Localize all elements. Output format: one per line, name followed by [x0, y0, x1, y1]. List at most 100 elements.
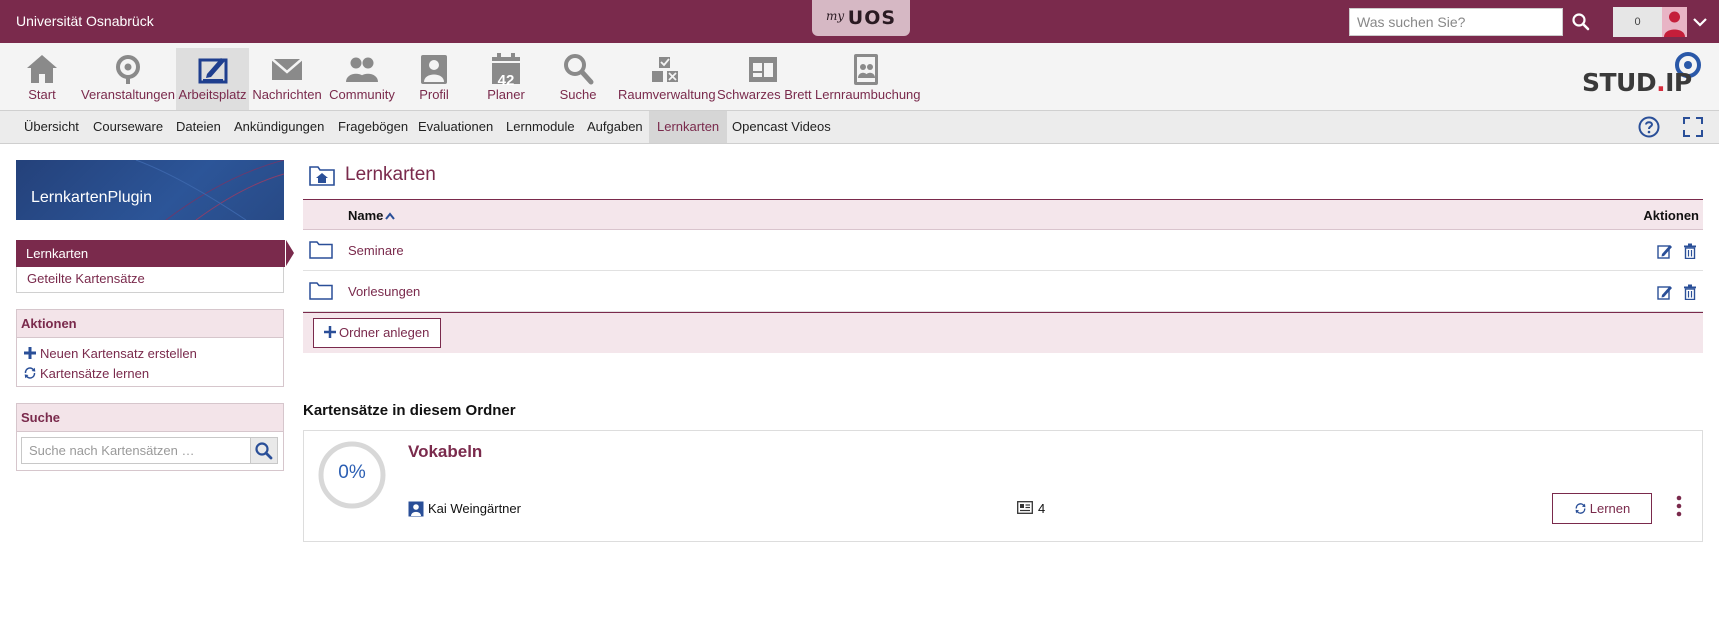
learn-button[interactable]: Lernen: [1552, 493, 1652, 524]
plus-icon: [24, 347, 36, 359]
myuos-logo-my: my: [825, 9, 845, 23]
table-footer: Ordner anlegen: [303, 312, 1703, 353]
learn-cardsets-label: Kartensätze lernen: [40, 366, 150, 381]
table-row[interactable]: Seminare: [303, 230, 1703, 271]
folder-link[interactable]: Seminare: [348, 243, 404, 258]
progress-percentage: 0%: [338, 462, 366, 483]
create-folder-button[interactable]: Ordner anlegen: [313, 318, 442, 348]
cardset-search-input[interactable]: [21, 437, 251, 464]
studip-logo-text: STUD.IP: [1582, 68, 1692, 97]
folder-link[interactable]: Vorlesungen: [348, 284, 420, 299]
calendar-day-number: 42: [497, 72, 515, 89]
home-icon: [27, 55, 57, 83]
nav-item-label: Veranstaltungen: [81, 87, 175, 102]
folder-icon: [309, 282, 333, 300]
nav-item-start[interactable]: Start: [22, 48, 62, 110]
tab-lernkarten[interactable]: Lernkarten: [649, 111, 728, 143]
sidebar-header-title: LernkartenPlugin: [31, 189, 152, 206]
create-cardset-label: Neuen Kartensatz erstellen: [40, 346, 197, 361]
page-title: Lernkarten: [345, 164, 436, 185]
nav-item-label: Lernraumbuchung: [815, 87, 921, 102]
sub-navigation: Übersicht Courseware Dateien Ankündigung…: [0, 111, 1719, 144]
search-widget: Suche: [16, 403, 284, 471]
booking-icon: [854, 54, 878, 85]
nav-item-label: Start: [28, 87, 56, 102]
plus-icon: [324, 326, 336, 338]
nav-item-label: Schwarzes Brett: [717, 87, 812, 102]
chevron-down-icon[interactable]: [1692, 15, 1708, 29]
cardset-search-button[interactable]: [250, 437, 278, 464]
column-header-name[interactable]: Name: [348, 208, 396, 223]
nav-item-community[interactable]: Community: [327, 48, 397, 110]
folder-table: Name Aktionen Seminare Vorlesungen Ordne…: [303, 199, 1703, 353]
actions-widget-title: Aktionen: [17, 310, 283, 338]
sidebar-item-geteilte-kartensaetze[interactable]: Geteilte Kartensätze: [27, 271, 145, 286]
folder-home-icon: [309, 166, 335, 186]
search-icon[interactable]: [1571, 12, 1591, 32]
top-bar: Universität Osnabrück my UOS 0: [0, 0, 1719, 43]
table-header: Name Aktionen: [303, 199, 1703, 230]
nav-item-planer[interactable]: 42 Planer: [484, 48, 528, 110]
nav-item-raumverwaltung[interactable]: Raumverwaltung: [618, 48, 716, 110]
main-navigation: Start Veranstaltungen Arbeitsplatz Nachr…: [0, 43, 1719, 111]
studip-logo[interactable]: STUD.IP: [1580, 51, 1704, 99]
cards-icon: [1017, 501, 1033, 514]
nav-item-label: Nachrichten: [252, 87, 322, 102]
nav-item-label: Arbeitsplatz: [178, 87, 247, 102]
nav-item-profil[interactable]: Profil: [414, 48, 454, 110]
seminar-icon: [116, 55, 140, 84]
edit-icon[interactable]: [1657, 284, 1673, 300]
more-options-icon[interactable]: [1674, 494, 1684, 518]
refresh-icon: [1575, 503, 1586, 514]
nav-item-lernraumbuchung[interactable]: Lernraumbuchung: [815, 48, 921, 110]
trash-icon[interactable]: [1683, 284, 1697, 300]
nav-item-schwarzes-brett[interactable]: Schwarzes Brett: [717, 48, 812, 110]
search-icon: [564, 54, 594, 85]
tab-courseware[interactable]: Courseware: [85, 111, 171, 143]
tab-opencast-videos[interactable]: Opencast Videos: [724, 111, 839, 143]
myuos-logo[interactable]: my UOS: [812, 0, 910, 36]
global-search-input[interactable]: [1349, 8, 1563, 36]
nav-item-label: Community: [329, 87, 395, 102]
sidebar-item-label: Lernkarten: [26, 246, 89, 261]
table-row[interactable]: Vorlesungen: [303, 271, 1703, 312]
room-icon: [652, 57, 678, 82]
nav-item-suche[interactable]: Suche: [558, 48, 598, 110]
tab-uebersicht[interactable]: Übersicht: [16, 111, 87, 143]
workplace-icon: [198, 58, 227, 84]
user-avatar[interactable]: [1662, 7, 1687, 37]
notification-counter[interactable]: 0: [1613, 7, 1662, 37]
profile-icon: [421, 55, 447, 84]
university-name[interactable]: Universität Osnabrück: [16, 13, 154, 29]
refresh-icon: [24, 367, 36, 379]
myuos-logo-uos: UOS: [847, 7, 897, 29]
learn-cardsets-action[interactable]: Kartensätze lernen: [17, 364, 283, 384]
tab-evaluationen[interactable]: Evaluationen: [410, 111, 501, 143]
search-widget-title: Suche: [17, 404, 283, 432]
cardset-title[interactable]: Vokabeln: [408, 442, 482, 462]
sidebar-item-lernkarten[interactable]: Lernkarten: [16, 240, 294, 267]
nav-item-veranstaltungen[interactable]: Veranstaltungen: [80, 48, 176, 110]
help-icon[interactable]: [1638, 116, 1660, 138]
column-header-actions: Aktionen: [1643, 208, 1699, 223]
folder-icon: [309, 241, 333, 259]
avatar-person-icon: [1664, 11, 1685, 37]
tab-aufgaben[interactable]: Aufgaben: [579, 111, 651, 143]
create-cardset-action[interactable]: Neuen Kartensatz erstellen: [17, 344, 283, 364]
tab-lernmodule[interactable]: Lernmodule: [498, 111, 583, 143]
active-arrow-indicator: [286, 240, 294, 266]
user-icon: [408, 501, 424, 517]
tab-frageboegen[interactable]: Fragebögen: [330, 111, 416, 143]
nav-item-label: Planer: [487, 87, 525, 102]
sidebar-navigation: Lernkarten Geteilte Kartensätze: [16, 240, 294, 293]
tab-ankuendigungen[interactable]: Ankündigungen: [226, 111, 332, 143]
edit-icon[interactable]: [1657, 243, 1673, 259]
trash-icon[interactable]: [1683, 243, 1697, 259]
search-icon: [255, 442, 273, 460]
cardset-card: 0% Vokabeln Kai Weingärtner 4 Lernen: [303, 430, 1703, 542]
tab-dateien[interactable]: Dateien: [168, 111, 229, 143]
fullscreen-icon[interactable]: [1682, 116, 1704, 138]
nav-item-label: Raumverwaltung: [618, 87, 716, 102]
nav-item-nachrichten[interactable]: Nachrichten: [252, 48, 322, 110]
nav-item-arbeitsplatz[interactable]: Arbeitsplatz: [176, 48, 249, 110]
